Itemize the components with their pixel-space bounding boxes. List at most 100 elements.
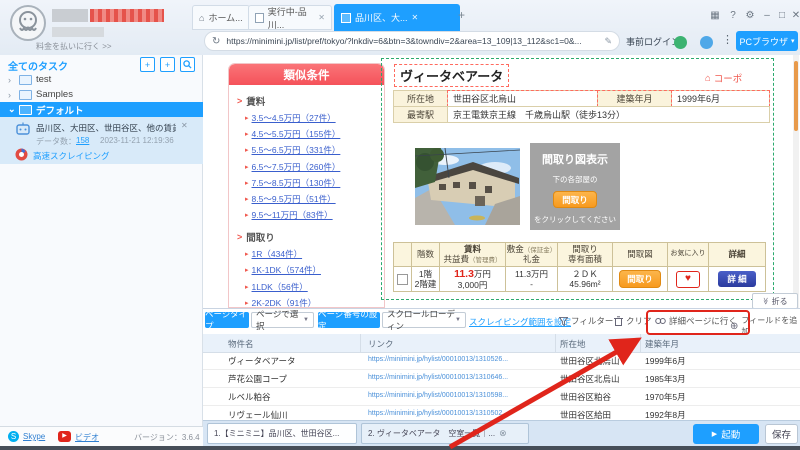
video-link[interactable]: ビデオ — [75, 432, 99, 443]
cell-link[interactable]: https://minimini.jp/hylist/00010013/1310… — [368, 392, 508, 399]
page-scrollbar[interactable] — [793, 55, 799, 308]
collapse-panel-button[interactable]: ≫ 折る — [752, 293, 798, 308]
skype-link[interactable]: Skype — [23, 432, 45, 441]
new-task-icon[interactable]: + — [160, 57, 175, 72]
browser-viewport: 類似条件 > 賃料 ▸ 3.5～4.5万円（27件） ▸ 4.5～5.5万円（155… — [203, 55, 800, 308]
maximize-icon[interactable]: □ — [775, 10, 789, 21]
set-scraping-range-link[interactable]: スクレイピング範囲を設定 — [469, 316, 571, 328]
task-close-icon[interactable]: ✕ — [181, 121, 188, 130]
page-type-button[interactable]: ページタイプ — [205, 309, 249, 331]
settings-gear-icon[interactable]: ⚙ — [743, 10, 757, 21]
tab-close-icon[interactable]: ✕ — [412, 13, 419, 22]
col-header-name[interactable]: 物件名 — [228, 338, 254, 350]
chevron-right-icon[interactable]: › — [8, 75, 15, 85]
rent-link[interactable]: ▸ 6.5～7.5万円（260件） — [245, 161, 384, 173]
help-icon[interactable]: ? — [726, 10, 740, 21]
status-green-icon[interactable] — [674, 36, 687, 49]
table-row[interactable]: 芦花公園コープ https://minimini.jp/hylist/00010… — [203, 370, 800, 388]
run-button[interactable]: ▶ 起動 — [693, 424, 759, 444]
sidebar-item-test[interactable]: › test — [0, 72, 203, 87]
sidebar-item-default[interactable]: ⌄ デフォルト — [0, 102, 203, 117]
more-options-icon[interactable]: ⋮ — [722, 33, 733, 46]
minimize-icon[interactable]: – — [760, 10, 774, 21]
layout-link-label[interactable]: 1LDK（56件） — [252, 281, 308, 293]
edit-url-icon[interactable]: ✎ — [604, 36, 612, 47]
col-header-link[interactable]: リンク — [368, 338, 394, 350]
rent-link[interactable]: ▸ 5.5～6.5万円（331件） — [245, 144, 384, 156]
detail-button[interactable]: 詳 細 — [718, 271, 756, 287]
rent-link-label[interactable]: 5.5～6.5万円（331件） — [252, 144, 341, 156]
table-row[interactable]: ヴィータベアータ https://minimini.jp/hylist/0001… — [203, 352, 800, 370]
save-button[interactable]: 保存 — [765, 424, 798, 444]
cell-location: 世田谷区北烏山 — [560, 374, 620, 384]
octopus-logo-avatar[interactable] — [10, 5, 46, 41]
workflow-tab-2[interactable]: 2. ヴィータベアータ 空室一覧｜... ⊗ — [361, 423, 529, 444]
rent-link[interactable]: ▸ 3.5～4.5万円（27件） — [245, 112, 384, 124]
rent-link-label[interactable]: 9.5～11万円（83件） — [252, 209, 333, 221]
close-window-icon[interactable]: ✕ — [789, 10, 800, 21]
data-count-value[interactable]: 158 — [76, 136, 89, 145]
rent-link[interactable]: ▸ 8.5～9.5万円（51件） — [245, 193, 384, 205]
apps-grid-icon[interactable]: ▦ — [708, 10, 722, 21]
cell-link[interactable]: https://minimini.jp/hylist/00010013/1310… — [368, 410, 508, 417]
layout-link-label[interactable]: 1R（434件） — [252, 248, 303, 260]
info-station-label: 最寄駅 — [393, 106, 448, 123]
sidebar-item-samples[interactable]: › Samples — [0, 87, 203, 102]
rent-link-label[interactable]: 8.5～9.5万円（51件） — [252, 193, 336, 205]
table-row[interactable]: リヴェール仙川 https://minimini.jp/hylist/00010… — [203, 406, 800, 421]
refresh-icon[interactable]: ↻ — [212, 36, 220, 47]
workflow-tab-1[interactable]: 1.【ミニミニ】品川区、世田谷区... — [207, 423, 357, 444]
layout-link-label[interactable]: 1K-1DK（574件） — [252, 264, 321, 276]
page-select-dropdown[interactable]: ページで選択 ▼ — [251, 309, 314, 331]
info-location-value[interactable]: 世田谷区北烏山 — [447, 90, 598, 107]
tab-active-shinagawa[interactable]: 品川区、大... ✕ — [334, 4, 460, 31]
layout-link[interactable]: ▸ 1K-1DK（574件） — [245, 264, 384, 276]
pay-fee-link[interactable]: 料金を払いに行く >> — [36, 41, 112, 52]
room-checkbox[interactable] — [397, 273, 408, 285]
rent-link[interactable]: ▸ 4.5～5.5万円（155件） — [245, 128, 384, 140]
floorplan-sample-button[interactable]: 間取り — [553, 191, 597, 208]
rent-link-label[interactable]: 4.5～5.5万円（155件） — [252, 128, 341, 140]
favorite-heart-icon[interactable]: ♥ — [676, 270, 700, 288]
pc-browser-button[interactable]: PCブラウザ ▾ — [736, 31, 798, 51]
col-header-location[interactable]: 所在地 — [560, 338, 586, 350]
layout-link-label[interactable]: 2K-2DK（91件） — [252, 297, 317, 307]
info-built-label[interactable]: 建築年月 — [597, 90, 672, 107]
filter-button[interactable]: フィルター — [559, 315, 613, 327]
rent-link[interactable]: ▸ 9.5～11万円（83件） — [245, 209, 384, 221]
tab-home[interactable]: ⌂ ホーム... — [192, 5, 250, 30]
collapse-chevrons-icon: ≫ — [761, 297, 769, 305]
rent-link-label[interactable]: 3.5～4.5万円（27件） — [252, 112, 336, 124]
tab-close-icon[interactable]: ✕ — [318, 13, 325, 22]
task-actions: + + — [140, 57, 195, 72]
chevron-down-icon[interactable]: ⌄ — [8, 104, 16, 115]
chevron-right-icon[interactable]: › — [8, 90, 15, 100]
col-header-built[interactable]: 建築年月 — [645, 338, 679, 350]
chevron-down-icon: ▼ — [455, 317, 461, 323]
pre-login-button[interactable]: 事前ログイン — [626, 35, 680, 48]
table-row[interactable]: ルベル粕谷 https://minimini.jp/hylist/0001001… — [203, 388, 800, 406]
cell-link[interactable]: https://minimini.jp/hylist/00010013/1310… — [368, 356, 508, 363]
tab-running-task[interactable]: 実行中-品川... ✕ — [248, 5, 332, 30]
address-bar[interactable]: ↻ https://minimini.jp/list/pref/tokyo/?l… — [204, 31, 620, 51]
task-card[interactable]: 品川区、大田区、世田谷区、他の賃貸 物... ✕ データ数： 158 2023-… — [0, 117, 203, 164]
new-tab-button[interactable]: + — [458, 8, 465, 22]
status-blue-icon[interactable] — [700, 36, 713, 49]
layout-link[interactable]: ▸ 2K-2DK（91件） — [245, 297, 384, 307]
property-title[interactable]: ヴィータベアータ — [394, 64, 510, 87]
search-tasks-icon[interactable] — [180, 57, 195, 72]
rent-link[interactable]: ▸ 7.5～8.5万円（130件） — [245, 177, 384, 189]
scrollbar-thumb[interactable] — [794, 61, 798, 131]
page-number-setting-button[interactable]: ページ番号の設定 — [318, 309, 380, 331]
rent-link-label[interactable]: 6.5～7.5万円（260件） — [252, 161, 341, 173]
new-folder-icon[interactable]: + — [140, 57, 155, 72]
scroll-loading-dropdown[interactable]: スクロールローディン ▼ — [382, 309, 466, 331]
cell-link[interactable]: https://minimini.jp/hylist/00010013/1310… — [368, 374, 508, 381]
floorplan-button[interactable]: 間取り — [619, 270, 661, 288]
rent-link-label[interactable]: 7.5～8.5万円（130件） — [252, 177, 341, 189]
layout-link[interactable]: ▸ 1R（434件） — [245, 248, 384, 260]
url-text[interactable]: https://minimini.jp/list/pref/tokyo/?lnk… — [226, 36, 598, 46]
tab-close-circle-icon[interactable]: ⊗ — [499, 428, 507, 439]
layout-link[interactable]: ▸ 1LDK（56件） — [245, 281, 384, 293]
info-built-value[interactable]: 1999年6月 — [671, 90, 770, 107]
